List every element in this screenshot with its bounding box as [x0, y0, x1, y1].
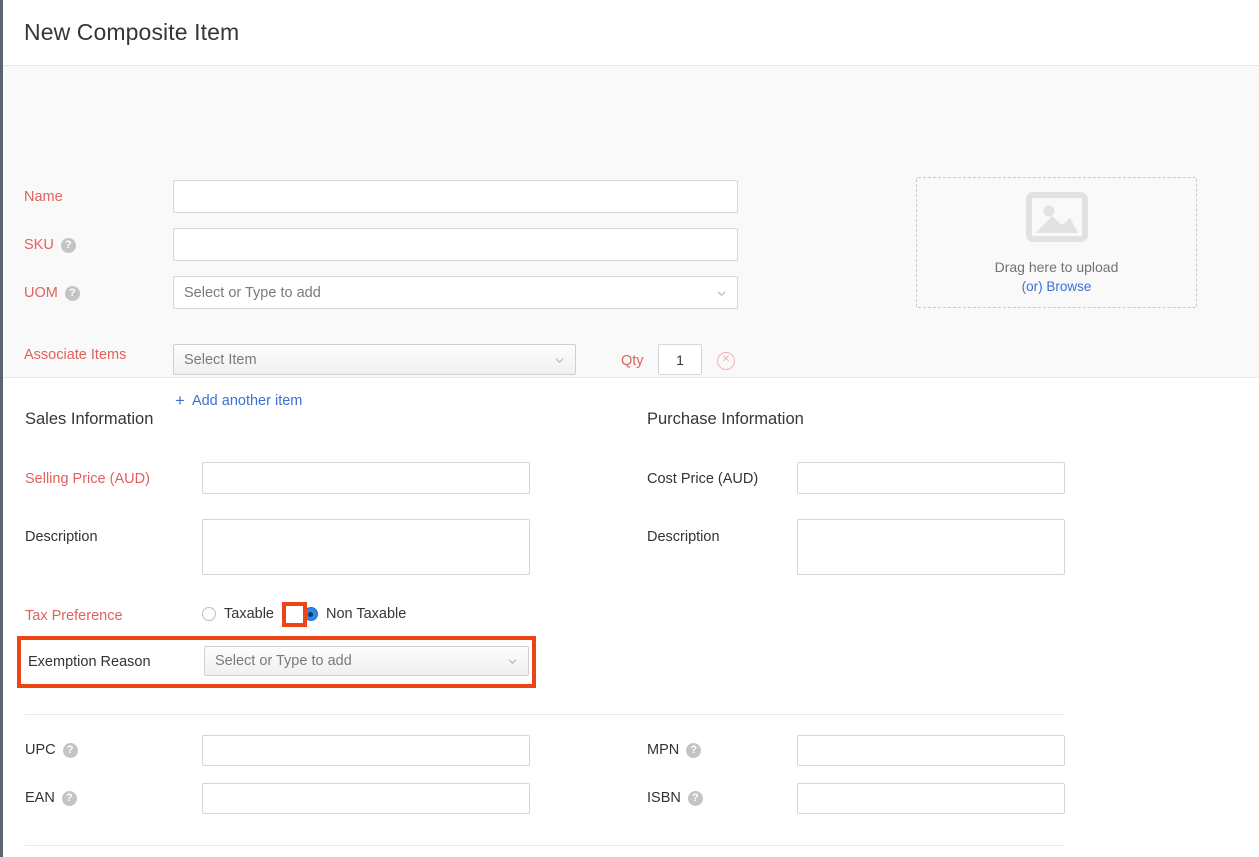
uom-label: UOM ? [24, 284, 80, 302]
image-placeholder-icon [1026, 192, 1088, 247]
radio-non-taxable-label[interactable]: Non Taxable [326, 606, 406, 622]
chevron-down-icon [508, 657, 517, 666]
remove-circle-icon[interactable]: ✕ [717, 352, 735, 370]
exemption-reason-select[interactable]: Select or Type to add [204, 646, 529, 676]
purchase-information-title: Purchase Information [647, 410, 804, 429]
help-icon[interactable]: ? [65, 286, 80, 301]
help-icon[interactable]: ? [63, 743, 78, 758]
help-icon[interactable]: ? [688, 791, 703, 806]
cost-price-label: Cost Price (AUD) [647, 470, 758, 488]
upc-label: UPC ? [25, 741, 78, 759]
tax-preference-label: Tax Preference [25, 607, 123, 625]
primary-details-section: Name SKU ? UOM ? Select or Type to add A… [3, 66, 1259, 378]
upload-instruction-text: Drag here to upload [995, 259, 1119, 275]
qty-label: Qty [621, 352, 644, 370]
item-select[interactable]: Select Item [173, 344, 576, 375]
radio-taxable[interactable] [202, 607, 216, 621]
radio-taxable-label[interactable]: Taxable [224, 606, 274, 622]
selling-price-input[interactable] [202, 462, 530, 494]
ean-label: EAN ? [25, 789, 77, 807]
composite-item-form-page: New Composite Item Name SKU ? UOM ? Sele… [0, 0, 1259, 857]
isbn-input[interactable] [797, 783, 1065, 814]
purchase-description-label: Description [647, 528, 720, 546]
sales-information-title: Sales Information [25, 410, 153, 429]
name-label: Name [24, 188, 63, 206]
tax-preference-radio-group: Taxable Non Taxable [202, 606, 406, 622]
sku-input[interactable] [173, 228, 738, 261]
associate-items-label: Associate Items [24, 346, 126, 364]
qty-input[interactable] [658, 344, 702, 375]
upc-input[interactable] [202, 735, 530, 766]
mpn-label: MPN ? [647, 741, 701, 759]
radio-non-taxable[interactable] [304, 607, 318, 621]
sku-label: SKU ? [24, 236, 76, 254]
name-input[interactable] [173, 180, 738, 213]
exemption-reason-label: Exemption Reason [28, 653, 151, 671]
cost-price-input[interactable] [797, 462, 1065, 494]
browse-link[interactable]: (or) Browse [1022, 279, 1092, 294]
help-icon[interactable]: ? [686, 743, 701, 758]
page-header: New Composite Item [3, 0, 1259, 66]
selling-price-label: Selling Price (AUD) [25, 470, 150, 488]
section-divider [25, 714, 1065, 715]
chevron-down-icon [717, 289, 726, 298]
isbn-label: ISBN ? [647, 789, 703, 807]
page-title: New Composite Item [3, 19, 239, 46]
help-icon[interactable]: ? [61, 238, 76, 253]
mpn-input[interactable] [797, 735, 1065, 766]
chevron-down-icon [555, 356, 564, 365]
add-another-item-link[interactable]: + Add another item [175, 393, 302, 409]
purchase-description-textarea[interactable] [797, 519, 1065, 575]
sales-description-label: Description [25, 528, 98, 546]
sales-description-textarea[interactable] [202, 519, 530, 575]
help-icon[interactable]: ? [62, 791, 77, 806]
bottom-divider [25, 845, 1065, 846]
ean-input[interactable] [202, 783, 530, 814]
uom-select[interactable]: Select or Type to add [173, 276, 738, 309]
plus-icon: + [175, 394, 185, 408]
image-upload-dropzone[interactable]: Drag here to upload (or) Browse [916, 177, 1197, 308]
